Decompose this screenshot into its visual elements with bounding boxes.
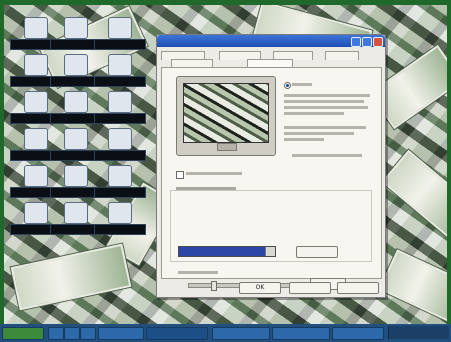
wallpaper-banknote [10, 243, 132, 311]
desktop-icon[interactable] [88, 89, 150, 125]
apply-button[interactable] [337, 282, 379, 294]
desktop-icon[interactable] [88, 126, 150, 162]
option-radio[interactable] [284, 82, 291, 89]
desktop-icon-image [108, 202, 132, 224]
desktop-icon[interactable] [88, 15, 150, 51]
quick-launch-icon[interactable] [64, 327, 80, 340]
radio-label [292, 83, 312, 86]
description-text [284, 100, 364, 103]
desktop-icon[interactable] [88, 52, 150, 88]
taskbar-window-button[interactable] [332, 327, 384, 340]
desktop-icon-image [64, 165, 88, 187]
desktop-icon-image [64, 128, 88, 150]
description-text [284, 132, 354, 135]
description-text [284, 112, 344, 115]
desktop-icon-image [64, 202, 88, 224]
dialog-titlebar[interactable] [157, 35, 385, 47]
selection-combobox[interactable] [178, 246, 276, 257]
group-label [176, 187, 236, 190]
chevron-down-icon[interactable] [265, 247, 275, 256]
wallpaper-banknote [381, 149, 447, 243]
description-text [284, 126, 366, 129]
ok-button[interactable]: OK [239, 282, 281, 294]
maximize-icon[interactable] [362, 37, 372, 47]
dialog-buttons: OK [157, 278, 385, 297]
cancel-button[interactable] [289, 282, 331, 294]
quick-launch-icon[interactable] [48, 327, 64, 340]
desktop-icon-image [108, 128, 132, 150]
tab-panel [161, 67, 382, 291]
wallpaper-banknote [378, 249, 447, 324]
desktop-icon-image [64, 54, 88, 76]
tab[interactable] [325, 51, 359, 60]
taskbar-window-button[interactable] [212, 327, 270, 340]
quick-launch-icon[interactable] [80, 327, 96, 340]
start-button[interactable] [2, 327, 44, 340]
browse-button[interactable] [296, 246, 338, 258]
minimize-icon[interactable] [351, 37, 361, 47]
ok-button-label: OK [255, 284, 265, 291]
display-properties-dialog[interactable]: OK [156, 34, 386, 298]
slider-label [178, 271, 218, 274]
taskbar-window-button[interactable] [272, 327, 330, 340]
checkbox-label [186, 172, 242, 175]
screen-border: OK [0, 0, 451, 342]
description-text [292, 154, 362, 157]
desktop-icon[interactable] [88, 200, 150, 236]
desktop-icon-image [108, 165, 132, 187]
taskbar [0, 324, 451, 342]
close-icon[interactable] [373, 37, 383, 47]
description-text [284, 138, 324, 141]
wallpaper-preview [183, 83, 269, 143]
monitor-stand [217, 143, 237, 151]
desktop-icon[interactable] [88, 163, 150, 199]
show-icons-checkbox[interactable] [176, 171, 184, 179]
taskbar-window-button[interactable] [98, 327, 144, 340]
system-tray[interactable] [388, 326, 449, 339]
desktop-icon-image [108, 54, 132, 76]
desktop-icon-image [64, 17, 88, 39]
description-text [284, 94, 370, 97]
description-text [284, 106, 368, 109]
desktop-icon-image [108, 91, 132, 113]
desktop-icon-image [64, 91, 88, 113]
taskbar-window-button-active[interactable] [146, 327, 208, 340]
monitor-icon [176, 76, 276, 156]
desktop-icon-image [108, 17, 132, 39]
